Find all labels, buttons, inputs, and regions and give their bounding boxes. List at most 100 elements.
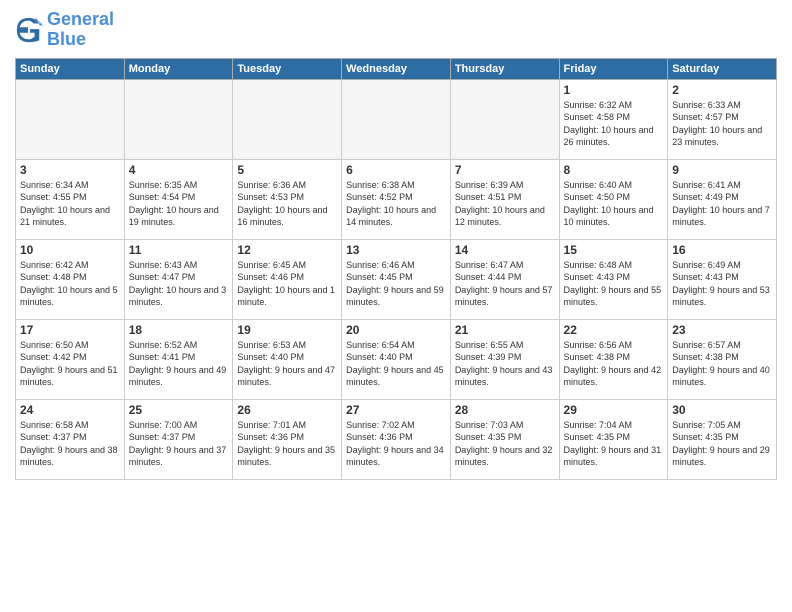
day-info: Sunrise: 6:54 AM Sunset: 4:40 PM Dayligh… (346, 339, 446, 389)
day-number: 24 (20, 403, 120, 417)
day-number: 11 (129, 243, 229, 257)
calendar-day-9: 9 Sunrise: 6:41 AM Sunset: 4:49 PM Daylig… (668, 159, 777, 239)
calendar-day-5: 5 Sunrise: 6:36 AM Sunset: 4:53 PM Daylig… (233, 159, 342, 239)
calendar-day-18: 18 Sunrise: 6:52 AM Sunset: 4:41 PM Dayli… (124, 319, 233, 399)
day-info: Sunrise: 6:42 AM Sunset: 4:48 PM Dayligh… (20, 259, 120, 309)
day-info: Sunrise: 6:52 AM Sunset: 4:41 PM Dayligh… (129, 339, 229, 389)
weekday-header-thursday: Thursday (450, 58, 559, 79)
day-number: 16 (672, 243, 772, 257)
calendar-day-10: 10 Sunrise: 6:42 AM Sunset: 4:48 PM Dayli… (16, 239, 125, 319)
day-number: 29 (564, 403, 664, 417)
day-number: 15 (564, 243, 664, 257)
weekday-header-row: SundayMondayTuesdayWednesdayThursdayFrid… (16, 58, 777, 79)
day-number: 25 (129, 403, 229, 417)
day-info: Sunrise: 6:48 AM Sunset: 4:43 PM Dayligh… (564, 259, 664, 309)
calendar-day-20: 20 Sunrise: 6:54 AM Sunset: 4:40 PM Dayli… (342, 319, 451, 399)
calendar-day-17: 17Sunrise: 6:50 AM Sunset: 4:42 PM Dayli… (16, 319, 125, 399)
logo: General Blue (15, 10, 114, 50)
day-info: Sunrise: 6:38 AM Sunset: 4:52 PM Dayligh… (346, 179, 446, 229)
calendar-day-7: 7 Sunrise: 6:39 AM Sunset: 4:51 PM Daylig… (450, 159, 559, 239)
day-number: 26 (237, 403, 337, 417)
day-info: Sunrise: 6:45 AM Sunset: 4:46 PM Dayligh… (237, 259, 337, 309)
calendar-day-13: 13Sunrise: 6:46 AM Sunset: 4:45 PM Dayli… (342, 239, 451, 319)
calendar-day-30: 30 Sunrise: 7:05 AM Sunset: 4:35 PM Dayli… (668, 399, 777, 479)
day-info: Sunrise: 6:56 AM Sunset: 4:38 PM Dayligh… (564, 339, 664, 389)
day-number: 5 (237, 163, 337, 177)
day-info: Sunrise: 6:40 AM Sunset: 4:50 PM Dayligh… (564, 179, 664, 229)
day-number: 20 (346, 323, 446, 337)
calendar-day-16: 16Sunrise: 6:49 AM Sunset: 4:43 PM Dayli… (668, 239, 777, 319)
calendar-table: SundayMondayTuesdayWednesdayThursdayFrid… (15, 58, 777, 480)
day-info: Sunrise: 6:34 AM Sunset: 4:55 PM Dayligh… (20, 179, 120, 229)
logo-icon (15, 16, 43, 44)
day-info: Sunrise: 6:53 AM Sunset: 4:40 PM Dayligh… (237, 339, 337, 389)
calendar-day-26: 26Sunrise: 7:01 AM Sunset: 4:36 PM Dayli… (233, 399, 342, 479)
calendar-day-15: 15 Sunrise: 6:48 AM Sunset: 4:43 PM Dayli… (559, 239, 668, 319)
calendar-day-1: 1Sunrise: 6:32 AM Sunset: 4:58 PM Daylig… (559, 79, 668, 159)
logo-text-block: General Blue (47, 10, 114, 50)
calendar-day-empty (342, 79, 451, 159)
calendar-day-28: 28 Sunrise: 7:03 AM Sunset: 4:35 PM Dayli… (450, 399, 559, 479)
day-number: 17 (20, 323, 120, 337)
day-number: 7 (455, 163, 555, 177)
weekday-header-friday: Friday (559, 58, 668, 79)
calendar-day-empty (16, 79, 125, 159)
day-info: Sunrise: 7:05 AM Sunset: 4:35 PM Dayligh… (672, 419, 772, 469)
day-info: Sunrise: 6:33 AM Sunset: 4:57 PM Dayligh… (672, 99, 772, 149)
page-header: General Blue (15, 10, 777, 50)
day-info: Sunrise: 7:02 AM Sunset: 4:36 PM Dayligh… (346, 419, 446, 469)
day-info: Sunrise: 6:32 AM Sunset: 4:58 PM Dayligh… (564, 99, 664, 149)
day-info: Sunrise: 6:41 AM Sunset: 4:49 PM Dayligh… (672, 179, 772, 229)
day-number: 9 (672, 163, 772, 177)
weekday-header-monday: Monday (124, 58, 233, 79)
logo-general: General (47, 9, 114, 29)
logo-blue: Blue (47, 29, 86, 49)
calendar-day-empty (124, 79, 233, 159)
calendar-day-8: 8 Sunrise: 6:40 AM Sunset: 4:50 PM Daylig… (559, 159, 668, 239)
calendar-week-5: 24 Sunrise: 6:58 AM Sunset: 4:37 PM Dayli… (16, 399, 777, 479)
day-number: 18 (129, 323, 229, 337)
weekday-header-sunday: Sunday (16, 58, 125, 79)
weekday-header-saturday: Saturday (668, 58, 777, 79)
day-number: 13 (346, 243, 446, 257)
day-info: Sunrise: 7:00 AM Sunset: 4:37 PM Dayligh… (129, 419, 229, 469)
calendar-week-3: 10 Sunrise: 6:42 AM Sunset: 4:48 PM Dayli… (16, 239, 777, 319)
day-info: Sunrise: 6:57 AM Sunset: 4:38 PM Dayligh… (672, 339, 772, 389)
calendar-day-21: 21 Sunrise: 6:55 AM Sunset: 4:39 PM Dayli… (450, 319, 559, 399)
day-info: Sunrise: 6:35 AM Sunset: 4:54 PM Dayligh… (129, 179, 229, 229)
calendar-day-12: 12 Sunrise: 6:45 AM Sunset: 4:46 PM Dayli… (233, 239, 342, 319)
day-number: 23 (672, 323, 772, 337)
calendar-day-27: 27 Sunrise: 7:02 AM Sunset: 4:36 PM Dayli… (342, 399, 451, 479)
calendar-week-2: 3 Sunrise: 6:34 AM Sunset: 4:55 PM Daylig… (16, 159, 777, 239)
calendar-day-14: 14Sunrise: 6:47 AM Sunset: 4:44 PM Dayli… (450, 239, 559, 319)
calendar-day-2: 2Sunrise: 6:33 AM Sunset: 4:57 PM Daylig… (668, 79, 777, 159)
page-container: General Blue SundayMondayTuesdayWednesda… (0, 0, 792, 485)
calendar-day-empty (450, 79, 559, 159)
day-info: Sunrise: 6:43 AM Sunset: 4:47 PM Dayligh… (129, 259, 229, 309)
day-number: 10 (20, 243, 120, 257)
day-number: 22 (564, 323, 664, 337)
calendar-day-19: 19Sunrise: 6:53 AM Sunset: 4:40 PM Dayli… (233, 319, 342, 399)
day-number: 30 (672, 403, 772, 417)
calendar-day-24: 24 Sunrise: 6:58 AM Sunset: 4:37 PM Dayli… (16, 399, 125, 479)
day-info: Sunrise: 6:47 AM Sunset: 4:44 PM Dayligh… (455, 259, 555, 309)
calendar-day-6: 6 Sunrise: 6:38 AM Sunset: 4:52 PM Daylig… (342, 159, 451, 239)
day-info: Sunrise: 6:58 AM Sunset: 4:37 PM Dayligh… (20, 419, 120, 469)
day-number: 28 (455, 403, 555, 417)
day-info: Sunrise: 7:03 AM Sunset: 4:35 PM Dayligh… (455, 419, 555, 469)
calendar-day-11: 11 Sunrise: 6:43 AM Sunset: 4:47 PM Dayli… (124, 239, 233, 319)
day-info: Sunrise: 6:36 AM Sunset: 4:53 PM Dayligh… (237, 179, 337, 229)
day-number: 21 (455, 323, 555, 337)
weekday-header-wednesday: Wednesday (342, 58, 451, 79)
day-info: Sunrise: 6:55 AM Sunset: 4:39 PM Dayligh… (455, 339, 555, 389)
day-number: 27 (346, 403, 446, 417)
day-number: 12 (237, 243, 337, 257)
day-number: 8 (564, 163, 664, 177)
day-info: Sunrise: 6:39 AM Sunset: 4:51 PM Dayligh… (455, 179, 555, 229)
calendar-day-3: 3 Sunrise: 6:34 AM Sunset: 4:55 PM Daylig… (16, 159, 125, 239)
day-info: Sunrise: 7:04 AM Sunset: 4:35 PM Dayligh… (564, 419, 664, 469)
day-number: 3 (20, 163, 120, 177)
day-number: 4 (129, 163, 229, 177)
day-number: 6 (346, 163, 446, 177)
calendar-week-4: 17Sunrise: 6:50 AM Sunset: 4:42 PM Dayli… (16, 319, 777, 399)
